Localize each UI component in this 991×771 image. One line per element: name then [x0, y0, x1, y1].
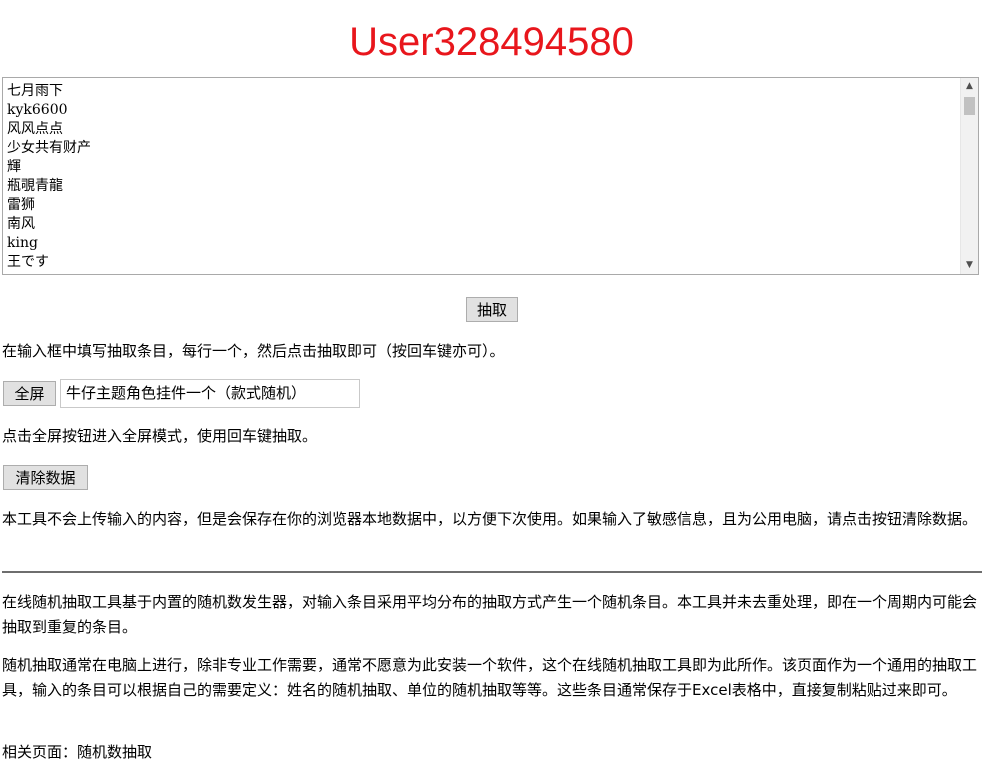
related-pages: 相关页面：随机数抽取	[2, 740, 982, 765]
entry-line: 南风	[7, 216, 35, 232]
privacy-text: 本工具不会上传输入的内容，但是会保存在你的浏览器本地数据中，以方便下次使用。如果…	[2, 510, 978, 528]
entry-line: 輝	[7, 159, 21, 175]
scroll-down-icon[interactable]: ▼	[961, 257, 978, 274]
entry-line: king	[7, 235, 38, 251]
page: User328494580 七月雨下 kyk6600 风风点点 少女共有财产 輝…	[0, 0, 991, 771]
entries-list: 七月雨下 kyk6600 风风点点 少女共有财产 輝 瓶覗青龍 雷狮 南风 ki…	[7, 82, 91, 272]
about-paragraph-1: 在线随机抽取工具基于内置的随机数发生器，对输入条目采用平均分布的抽取方式产生一个…	[2, 593, 978, 636]
entry-line: 风风点点	[7, 121, 63, 137]
about-paragraph-2: 随机抽取通常在电脑上进行，除非专业工作需要，通常不愿意为此安装一个软件，这个在线…	[2, 656, 978, 699]
entry-line: 雷狮	[7, 197, 35, 213]
entry-line: 少女共有财产	[7, 140, 91, 156]
entry-line: 瓶覗青龍	[7, 178, 63, 194]
scroll-up-icon[interactable]: ▲	[961, 78, 978, 95]
fullscreen-tip-text: 点击全屏按钮进入全屏模式，使用回车键抽取。	[2, 427, 318, 445]
entry-line: 王です	[7, 254, 49, 270]
draw-button[interactable]: 抽取	[466, 297, 518, 322]
prize-input[interactable]: 牛仔主题角色挂件一个（款式随机）	[60, 379, 360, 408]
entry-line: kyk6600	[7, 102, 68, 118]
instruction-text: 在输入框中填写抽取条目，每行一个，然后点击抽取即可（按回车键亦可）。	[2, 342, 505, 360]
entries-scrollbar[interactable]: ▲ ▼	[960, 78, 978, 274]
draw-result: User328494580	[349, 20, 634, 64]
related-link-random-number[interactable]: 随机数抽取	[77, 743, 152, 761]
clear-data-button[interactable]: 清除数据	[3, 465, 88, 490]
fullscreen-button[interactable]: 全屏	[3, 381, 56, 406]
section-divider	[2, 571, 982, 573]
related-label: 相关页面：	[2, 743, 78, 761]
entry-line: 七月雨下	[7, 83, 63, 99]
entries-textarea[interactable]: 七月雨下 kyk6600 风风点点 少女共有财产 輝 瓶覗青龍 雷狮 南风 ki…	[2, 77, 979, 275]
scroll-thumb[interactable]	[964, 97, 975, 115]
